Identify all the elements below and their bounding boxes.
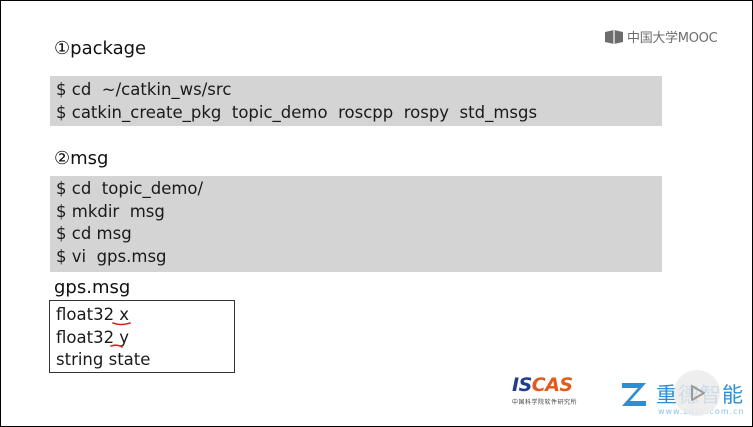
iscas-logo-is: IS <box>512 374 532 396</box>
mooc-watermark: 中国大学MOOC <box>604 27 718 46</box>
code-line: $ cd msg <box>56 224 132 243</box>
iscas-logo: ISCAS 中国科学院软件研究所 <box>512 375 592 415</box>
code-line: $ catkin_create_pkg topic_demo roscpp ro… <box>56 102 538 122</box>
play-button[interactable] <box>674 370 720 416</box>
mooc-logo-icon <box>605 29 623 44</box>
package-heading: ①package <box>54 38 147 59</box>
iscas-logo-cas: CAS <box>531 374 573 396</box>
gps-msg-heading: gps.msg <box>54 277 131 298</box>
mooc-label: 中国大学MOOC <box>627 31 718 46</box>
msg-code-block: $ cd topic_demo/ $ mkdir msg $ cd msg $ … <box>50 176 662 272</box>
code-line: $ mkdir msg <box>56 201 165 221</box>
msg-heading: ②msg <box>54 148 109 169</box>
iscas-subtitle: 中国科学院软件研究所 <box>512 399 578 406</box>
red-underline-annotation <box>110 322 131 348</box>
code-line: $ cd ~/catkin_ws/src <box>56 80 232 99</box>
package-code-block: $ cd ~/catkin_ws/src $ catkin_create_pkg… <box>50 76 662 126</box>
z-logo-icon <box>622 383 646 406</box>
play-icon <box>691 385 705 401</box>
code-line: $ cd topic_demo/ <box>56 179 204 198</box>
code-line: $ vi gps.msg <box>56 246 167 266</box>
